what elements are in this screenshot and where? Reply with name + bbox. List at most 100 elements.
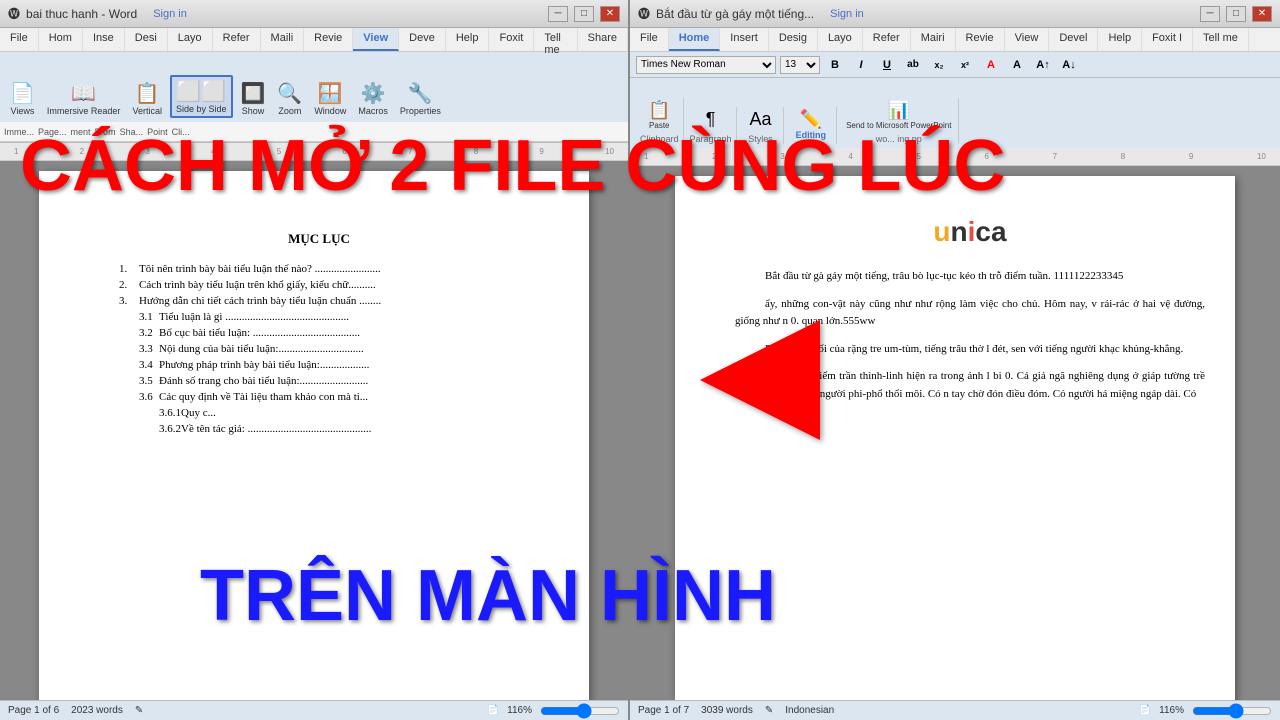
left-window-btn[interactable]: 🪟 Window — [310, 79, 350, 118]
right-ruler-marks: 12345678910 — [634, 152, 1276, 161]
left-toolbar-cli[interactable]: Cli... — [172, 127, 190, 137]
right-tab-developer[interactable]: Devel — [1049, 28, 1098, 51]
right-font-size[interactable]: 13 — [780, 56, 820, 74]
left-vertical-btn[interactable]: 📋 Vertical — [128, 79, 166, 118]
right-subscript-btn[interactable]: x₂ — [928, 55, 950, 75]
right-send-ppt-btn[interactable]: 📊 Send to Microsoft PowerPoint — [843, 98, 954, 132]
right-tab-references[interactable]: Refer — [863, 28, 911, 51]
left-tab-layout[interactable]: Layo — [168, 28, 213, 51]
right-tab-file[interactable]: File — [630, 28, 669, 51]
right-underline-btn[interactable]: U — [876, 55, 898, 75]
toc-item-3-6: 3.6 Các quy định về Tài liệu tham khảo c… — [119, 391, 519, 403]
left-show-btn[interactable]: 🔲 Show — [237, 79, 270, 118]
right-strikethrough-btn[interactable]: ab — [902, 55, 924, 75]
left-title-text: bai thuc hanh - Word — [26, 7, 137, 21]
right-tab-view[interactable]: View — [1005, 28, 1050, 51]
left-layout-icon[interactable]: 📄 — [487, 705, 499, 716]
right-zoom-slider[interactable] — [1192, 703, 1272, 719]
right-doc-page: unica Bắt đầu từ gà gáy một tiếng, trâu … — [675, 176, 1235, 700]
left-tab-design[interactable]: Desi — [125, 28, 168, 51]
right-tab-design[interactable]: Desig — [769, 28, 818, 51]
left-tab-review[interactable]: Revie — [304, 28, 353, 51]
right-shrink-font-btn[interactable]: A↓ — [1058, 55, 1080, 75]
left-maximize-btn[interactable]: □ — [574, 6, 594, 22]
left-immersive-btn[interactable]: 📖 Immersive Reader — [43, 79, 125, 118]
right-tab-review[interactable]: Revie — [956, 28, 1005, 51]
right-tab-tellme[interactable]: Tell me — [1193, 28, 1249, 51]
right-doc-area[interactable]: unica Bắt đầu từ gà gáy một tiếng, trâu … — [630, 166, 1280, 700]
right-font-selector[interactable]: Times New Roman — [636, 56, 776, 74]
left-tab-tellme[interactable]: Tell me — [534, 28, 577, 51]
right-bold-btn[interactable]: B — [824, 55, 846, 75]
right-paragraph-btn[interactable]: ¶ — [693, 107, 729, 132]
left-title-left: 🅦 bai thuc hanh - Word Sign in — [8, 5, 187, 22]
left-zoom-btn[interactable]: 🔍 Zoom — [273, 79, 306, 118]
left-close-btn[interactable]: ✕ — [600, 6, 620, 22]
left-edit-icon: ✎ — [135, 705, 143, 716]
right-status-right: 📄 116% — [1139, 703, 1272, 719]
show-icon: 🔲 — [241, 81, 266, 106]
left-doc-area[interactable]: MỤC LỤC 1. Tôi nên trình bày bài tiểu lu… — [0, 161, 628, 700]
left-tab-home[interactable]: Hom — [39, 28, 83, 51]
left-tab-share[interactable]: Share — [578, 28, 628, 51]
left-doc-page: MỤC LỤC 1. Tôi nên trình bày bài tiểu lu… — [39, 171, 589, 700]
left-tab-developer[interactable]: Deve — [399, 28, 446, 51]
left-tab-foxit[interactable]: Foxit — [489, 28, 534, 51]
left-ribbon: File Hom Inse Desi Layo Refer Maili Revi… — [0, 28, 628, 143]
right-signin-link[interactable]: Sign in — [830, 8, 864, 20]
right-editing-btn[interactable]: ✏️ Editing — [790, 107, 833, 142]
toc-item-3-3: 3.3 Nội dung của bài tiểu luận:.........… — [119, 343, 519, 355]
right-italic-btn[interactable]: I — [850, 55, 872, 75]
left-status-left: Page 1 of 6 2023 words ✎ — [8, 705, 143, 716]
right-minimize-btn[interactable]: ─ — [1200, 6, 1220, 22]
right-tab-layout[interactable]: Layo — [818, 28, 863, 51]
right-styles-btn[interactable]: Aa — [743, 107, 779, 132]
toc-item-2: 2. Cách trình bày tiểu luận trên khổ giấ… — [119, 279, 519, 291]
right-format-toolbar: Times New Roman 13 B I U ab x₂ x² A A A↑… — [630, 52, 1280, 78]
right-fontcolor-btn[interactable]: A — [980, 55, 1002, 75]
right-layout-icon[interactable]: 📄 — [1139, 705, 1151, 716]
left-word-count: 2023 words — [71, 705, 123, 716]
right-paste-btn[interactable]: 📋 Paste — [641, 98, 677, 132]
toc-item-3-1: 3.1 Tiểu luận là gì ....................… — [119, 311, 519, 323]
left-views-btn[interactable]: 📄 Views — [6, 79, 39, 118]
left-tab-mailings[interactable]: Maili — [261, 28, 305, 51]
left-tab-references[interactable]: Refer — [213, 28, 261, 51]
left-properties-btn[interactable]: 🔧 Properties — [396, 79, 445, 118]
right-maximize-btn[interactable]: □ — [1226, 6, 1246, 22]
left-toolbar-page[interactable]: Page... — [38, 127, 67, 137]
right-tab-insert[interactable]: Insert — [720, 28, 769, 51]
left-toolbar-sha[interactable]: Sha... — [120, 127, 144, 137]
right-tab-foxit[interactable]: Foxit I — [1142, 28, 1193, 51]
left-tab-file[interactable]: File — [0, 28, 39, 51]
left-tab-view[interactable]: View — [353, 28, 399, 51]
left-window: 🅦 bai thuc hanh - Word Sign in ─ □ ✕ Fil… — [0, 0, 630, 720]
right-para-3: Dưới bóng tối của rặng tre um-tùm, tiếng… — [735, 341, 1205, 359]
left-toolbar-point[interactable]: Point — [147, 127, 168, 137]
right-ruler: 12345678910 — [630, 148, 1280, 166]
left-word-icon: 🅦 — [8, 5, 20, 22]
left-sidebyside-btn[interactable]: ⬜⬜ Side by Side — [170, 75, 233, 118]
window-icon: 🪟 — [318, 81, 343, 106]
left-zoom-slider[interactable] — [540, 703, 620, 719]
left-macros-btn[interactable]: ⚙️ Macros — [354, 79, 392, 118]
left-toolbar-ment[interactable]: ment — [71, 127, 91, 137]
left-toolbar-from[interactable]: From — [95, 127, 116, 137]
left-minimize-btn[interactable]: ─ — [548, 6, 568, 22]
left-ruler: 12345678910 — [0, 143, 628, 161]
right-close-btn[interactable]: ✕ — [1252, 6, 1272, 22]
right-superscript-btn[interactable]: x² — [954, 55, 976, 75]
left-tab-insert[interactable]: Inse — [83, 28, 125, 51]
right-tab-mailings[interactable]: Mairi — [911, 28, 956, 51]
paragraph-icon: ¶ — [706, 109, 716, 130]
left-toolbar-imme[interactable]: Imme... — [4, 127, 34, 137]
left-ruler-marks: 12345678910 — [4, 147, 624, 156]
right-grow-font-btn[interactable]: A↑ — [1032, 55, 1054, 75]
right-tab-help[interactable]: Help — [1098, 28, 1142, 51]
left-signin-link[interactable]: Sign in — [153, 8, 187, 20]
right-tab-home[interactable]: Home — [669, 28, 721, 51]
right-highlight-btn[interactable]: A — [1006, 55, 1028, 75]
views-icon: 📄 — [10, 81, 35, 106]
left-tab-help[interactable]: Help — [446, 28, 490, 51]
left-title-bar: 🅦 bai thuc hanh - Word Sign in ─ □ ✕ — [0, 0, 628, 28]
